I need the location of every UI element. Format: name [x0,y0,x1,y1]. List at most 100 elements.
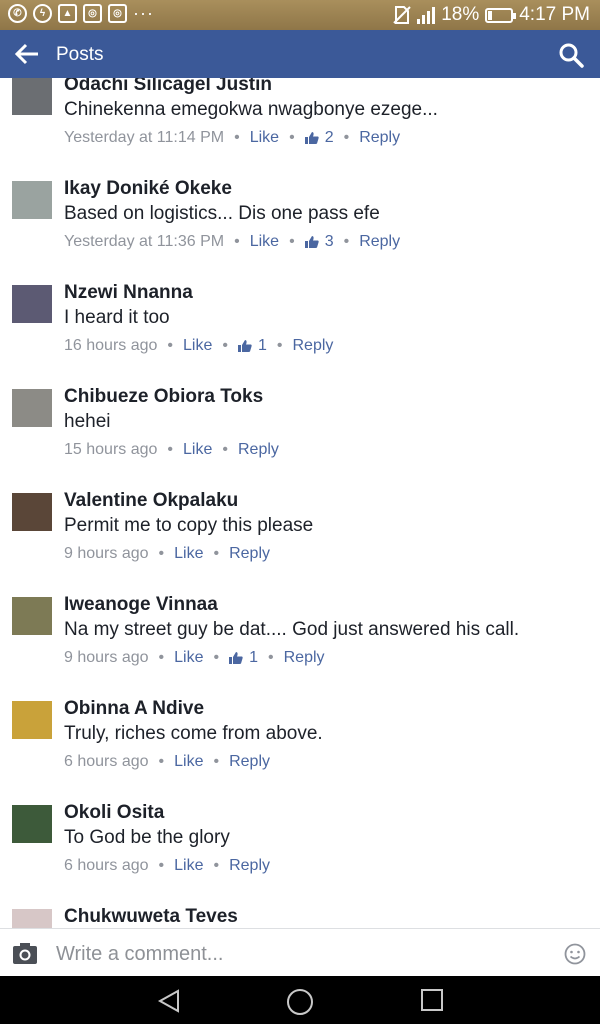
reply-link[interactable]: Reply [229,857,270,875]
reply-link[interactable]: Reply [284,649,325,667]
like-link[interactable]: Like [250,129,279,147]
separator-dot: • [213,649,220,666]
commenter-name[interactable]: Obinna A Ndive [64,698,204,720]
instagram-icon-2: ◎ [108,4,127,23]
comment-meta: 15 hours ago • Like • Reply [64,441,279,459]
commenter-name[interactable]: Chukwuweta Teves [64,906,238,928]
messenger-icon: ϟ [33,4,52,23]
separator-dot: • [222,337,228,354]
comment-composer: Write a comment... [0,928,600,976]
comment-text: I heard it too [64,307,170,328]
comment-text: To God be the glory [64,827,230,848]
reply-link[interactable]: Reply [229,753,270,771]
instagram-icon: ◎ [83,4,102,23]
comment-time: 9 hours ago [64,545,149,562]
thumbs-up-icon [304,132,319,144]
comment-text: Permit me to copy this please [64,515,314,536]
gallery-icon: ▲ [58,4,77,23]
comment-meta: 16 hours ago • Like • 1 • Reply [64,337,333,355]
avatar[interactable] [12,181,52,219]
separator-dot: • [158,857,165,874]
comment-meta: 9 hours ago • Like • Reply [64,545,270,563]
back-arrow-icon[interactable] [12,40,42,68]
separator-dot: • [213,753,220,770]
avatar[interactable] [12,909,52,928]
avatar[interactable] [12,805,52,843]
more-icon: ··· [133,3,154,23]
like-link[interactable]: Like [174,649,203,667]
comment-item: Chukwuweta Teves [0,906,600,928]
separator-dot: • [268,649,274,666]
comment-meta: 6 hours ago • Like • Reply [64,753,270,771]
reply-link[interactable]: Reply [229,545,270,563]
comment-item: Iweanoge Vinnaa Na my street guy be dat..… [0,594,600,698]
separator-dot: • [343,233,350,250]
comment-time: 15 hours ago [64,441,158,458]
commenter-name[interactable]: Okoli Osita [64,802,164,824]
battery-icon [485,7,517,23]
like-count-value: 3 [324,233,334,250]
commenter-name[interactable]: Iweanoge Vinnaa [64,594,218,616]
separator-dot: • [234,233,240,250]
nav-home-icon[interactable] [286,988,314,1016]
like-link[interactable]: Like [183,337,212,355]
avatar[interactable] [12,78,52,115]
commenter-name[interactable]: Odachi Silicagel Justin [64,78,272,96]
commenter-name[interactable]: Valentine Okpalaku [64,490,238,512]
comment-meta: 6 hours ago • Like • Reply [64,857,270,875]
like-link[interactable]: Like [250,233,279,251]
comment-input[interactable]: Write a comment... [56,943,223,966]
comment-time: 6 hours ago [64,857,149,874]
comment-time: 6 hours ago [64,753,149,770]
separator-dot: • [158,753,165,770]
nav-recents-icon[interactable] [420,988,444,1012]
nav-back-icon[interactable] [156,988,182,1014]
page-title: Posts [56,44,104,65]
separator-dot: • [289,233,295,250]
separator-dot: • [158,545,165,562]
commenter-name[interactable]: Chibueze Obiora Toks [64,386,263,408]
reply-link[interactable]: Reply [238,441,279,459]
comment-time: Yesterday at 11:36 PM [64,233,225,250]
comment-meta: 9 hours ago • Like • 1 • Reply [64,649,325,667]
like-link[interactable]: Like [174,753,203,771]
commenter-name[interactable]: Ikay Doniké Okeke [64,178,232,200]
avatar[interactable] [12,389,52,427]
separator-dot: • [276,337,283,354]
avatar[interactable] [12,493,52,531]
search-icon[interactable] [558,42,584,68]
status-bar: ✆ ϟ ▲ ◎ ◎ ··· 18% 4:17 PM [0,0,600,30]
separator-dot: • [343,129,350,146]
separator-dot: • [158,649,165,666]
like-link[interactable]: Like [174,857,203,875]
like-link[interactable]: Like [183,441,212,459]
signal-icon [417,6,436,24]
separator-dot: • [289,129,295,146]
notification-icons: ✆ ϟ ▲ ◎ ◎ ··· [8,4,154,23]
reply-link[interactable]: Reply [359,233,400,251]
camera-icon[interactable] [12,941,38,965]
clock: 4:17 PM [519,4,590,25]
avatar[interactable] [12,701,52,739]
comment-list: Odachi Silicagel Justin Chinekenna emegok… [0,78,600,928]
comment-meta: Yesterday at 11:36 PM • Like • 3 • Reply [64,233,400,251]
thumbs-up-icon [237,340,252,352]
avatar[interactable] [12,285,52,323]
comment-item: Okoli Osita To God be the glory 6 hours ag… [0,802,600,906]
no-sim-icon [393,6,411,24]
commenter-name[interactable]: Nzewi Nnanna [64,282,193,304]
like-link[interactable]: Like [174,545,203,563]
avatar[interactable] [12,597,52,635]
comment-text: hehei [64,411,111,432]
comment-text: Truly, riches come from above. [64,723,323,744]
comment-item: Odachi Silicagel Justin Chinekenna emegok… [0,78,600,178]
thumbs-up-icon [304,236,319,248]
separator-dot: • [222,441,228,458]
reply-link[interactable]: Reply [293,337,334,355]
comment-text: Na my street guy be dat.... God just ans… [64,619,520,640]
reply-link[interactable]: Reply [359,129,400,147]
comment-time: Yesterday at 11:14 PM [64,129,225,146]
comment-item: Nzewi Nnanna I heard it too 16 hours ago • L… [0,282,600,386]
emoji-icon[interactable] [564,943,586,965]
comment-time: 16 hours ago [64,337,158,354]
